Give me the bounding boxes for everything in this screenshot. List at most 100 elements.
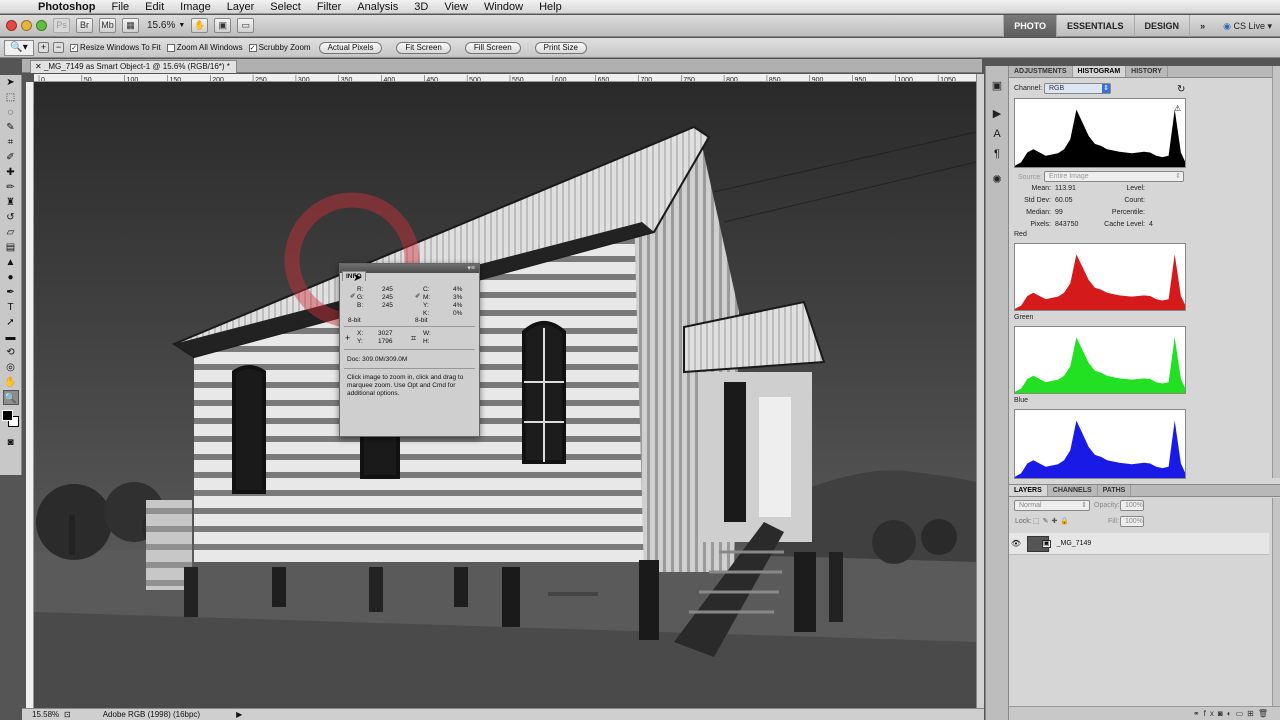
menu-3d[interactable]: 3D xyxy=(406,0,436,14)
panel-menu-icon[interactable]: ▾≡ xyxy=(467,264,475,272)
horizontal-ruler[interactable]: 0 50 100 150 200 250 300 350 400 450 500 550 600 650 7… xyxy=(34,74,976,82)
tab-channels[interactable]: CHANNELS xyxy=(1048,485,1098,496)
menu-window[interactable]: Window xyxy=(476,0,531,14)
blend-mode-select[interactable]: Normal ⇕ xyxy=(1014,500,1090,511)
vertical-ruler[interactable] xyxy=(26,82,34,708)
menu-file[interactable]: File xyxy=(103,0,137,14)
type-tool-icon[interactable]: T xyxy=(3,300,19,315)
color-swatches[interactable] xyxy=(1,409,21,431)
clone-stamp-tool-icon[interactable]: ♜ xyxy=(3,195,19,210)
tab-layers[interactable]: LAYERS xyxy=(1009,485,1048,496)
menu-edit[interactable]: Edit xyxy=(137,0,172,14)
source-select[interactable]: Entire Image ⇕ xyxy=(1044,171,1184,182)
close-window-button[interactable] xyxy=(6,20,17,31)
status-bar: 15.58% ⊡ Adobe RGB (1998) (16bpc) ▶ xyxy=(22,708,984,720)
status-zoom[interactable]: 15.58% xyxy=(22,710,59,719)
actual-pixels-button[interactable]: Actual Pixels xyxy=(318,41,383,54)
zoom-window-button[interactable] xyxy=(36,20,47,31)
zoom-all-windows-checkbox[interactable]: Zoom All Windows xyxy=(166,43,243,52)
opacity-field[interactable]: 100% xyxy=(1120,500,1144,511)
zoom-tool-icon[interactable]: 🔍 xyxy=(2,390,19,405)
refresh-histogram-icon[interactable]: ↻ xyxy=(1177,84,1185,95)
pen-tool-icon[interactable]: ✒ xyxy=(3,285,19,300)
tab-history[interactable]: HISTORY xyxy=(1126,66,1168,77)
tab-histogram[interactable]: HISTOGRAM xyxy=(1072,66,1127,77)
fill-screen-button[interactable]: Fill Screen xyxy=(464,41,521,54)
tab-adjustments[interactable]: ADJUSTMENTS xyxy=(1009,66,1073,77)
menu-photoshop[interactable]: Photoshop xyxy=(30,0,103,14)
zoom-in-icon[interactable]: + xyxy=(38,42,49,53)
gradient-tool-icon[interactable]: ▤ xyxy=(3,240,19,255)
launch-bridge-button[interactable]: Br xyxy=(76,18,93,33)
brush-tool-icon[interactable]: ✏ xyxy=(3,180,19,195)
crop-tool-icon[interactable]: ⌗ xyxy=(3,135,19,150)
blur-tool-icon[interactable]: ▲ xyxy=(3,255,19,270)
launch-minibridge-button[interactable]: Mb xyxy=(99,18,116,33)
quick-mask-icon[interactable]: ◙ xyxy=(3,435,19,450)
fit-screen-button[interactable]: Fit Screen xyxy=(396,41,451,54)
screen-mode-button[interactable]: ▭ xyxy=(237,18,255,33)
layer-row[interactable]: 👁 ▣ _MG_7149 xyxy=(1009,533,1269,555)
workspace-switcher: PHOTO ESSENTIALS DESIGN » ◉ CS Live ▾ xyxy=(1003,15,1280,37)
actions-panel-icon[interactable]: ▶ xyxy=(989,106,1005,122)
character-panel-icon[interactable]: A xyxy=(989,126,1005,142)
zoom-dropdown-icon[interactable]: ▼ xyxy=(178,22,185,29)
menu-image[interactable]: Image xyxy=(172,0,219,14)
hand-tool-icon[interactable]: ✋ xyxy=(3,375,19,390)
quick-selection-tool-icon[interactable]: ✎ xyxy=(3,120,19,135)
tab-paths[interactable]: PATHS xyxy=(1098,485,1132,496)
lock-icons[interactable]: ⬚✎✚🔒 xyxy=(1033,517,1072,525)
workspace-essentials[interactable]: ESSENTIALS xyxy=(1056,15,1134,37)
menu-filter[interactable]: Filter xyxy=(309,0,349,14)
workspace-more[interactable]: » xyxy=(1189,15,1215,37)
workspace-photo[interactable]: PHOTO xyxy=(1003,15,1057,37)
path-selection-tool-icon[interactable]: ➚ xyxy=(3,315,19,330)
shape-tool-icon[interactable]: ▬ xyxy=(3,330,19,345)
arrange-documents-button[interactable]: ▣ xyxy=(214,18,232,33)
channel-select[interactable]: RGB ⇕ xyxy=(1044,83,1111,94)
dodge-tool-icon[interactable]: ● xyxy=(3,270,19,285)
canvas-vertical-scrollbar[interactable] xyxy=(976,74,984,708)
menu-layer[interactable]: Layer xyxy=(219,0,263,14)
resize-windows-checkbox[interactable]: ✓ Resize Windows To Fit xyxy=(70,43,161,52)
history-brush-tool-icon[interactable]: ↺ xyxy=(3,210,19,225)
info-panel[interactable]: ▾≡ INFO ✐ R: G: B: 245 245 245 ✐ C: M: Y… xyxy=(339,263,480,437)
status-arrow-icon[interactable]: ▶ xyxy=(236,710,242,719)
hand-tool-button[interactable]: ✋ xyxy=(191,18,209,33)
print-size-button[interactable]: Print Size xyxy=(534,41,587,54)
fill-field[interactable]: 100% xyxy=(1120,516,1144,527)
navigator-panel-icon[interactable]: ▣ xyxy=(989,78,1005,94)
cs-live-button[interactable]: ◉ CS Live ▾ xyxy=(1215,21,1280,32)
view-extras-button[interactable]: ▦ xyxy=(122,18,139,33)
menu-view[interactable]: View xyxy=(436,0,476,14)
document-canvas[interactable] xyxy=(34,82,976,708)
3d-rotate-tool-icon[interactable]: ⟲ xyxy=(3,345,19,360)
workspace-design[interactable]: DESIGN xyxy=(1133,15,1190,37)
foreground-color-swatch[interactable] xyxy=(1,410,13,421)
menu-analysis[interactable]: Analysis xyxy=(349,0,406,14)
tool-preset-picker[interactable]: 🔍▾ xyxy=(4,39,34,56)
menu-help[interactable]: Help xyxy=(531,0,570,14)
menu-select[interactable]: Select xyxy=(262,0,309,14)
zoom-out-icon[interactable]: − xyxy=(53,42,64,53)
move-tool-icon[interactable]: ➤ xyxy=(3,75,19,90)
paragraph-panel-icon[interactable]: ¶ xyxy=(989,146,1005,162)
histogram-panel-scrollbar[interactable] xyxy=(1272,66,1280,478)
layer-name[interactable]: _MG_7149 xyxy=(1057,540,1092,547)
lasso-tool-icon[interactable]: ◌ xyxy=(3,105,19,120)
marquee-tool-icon[interactable]: ⬚ xyxy=(3,90,19,105)
brushes-panel-icon[interactable]: ✺ xyxy=(989,172,1005,188)
layers-panel-footer[interactable]: ⚭fx◙◐▭⊞🗑 xyxy=(1009,706,1280,720)
document-tab[interactable]: ✕ _MG_7149 as Smart Object-1 @ 15.6% (RG… xyxy=(30,60,237,73)
layers-panel-scrollbar[interactable] xyxy=(1272,498,1280,706)
appbar-zoom-level[interactable]: 15.6% xyxy=(147,20,175,31)
spot-healing-tool-icon[interactable]: ✚ xyxy=(3,165,19,180)
scrubby-zoom-checkbox[interactable]: ✓ Scrubby Zoom xyxy=(248,43,311,52)
status-menu-icon[interactable]: ⊡ xyxy=(64,710,71,719)
eye-visibility-icon[interactable]: 👁 xyxy=(1009,539,1023,548)
eyedropper-tool-icon[interactable]: ✐ xyxy=(3,150,19,165)
close-document-icon[interactable]: ✕ xyxy=(35,62,44,71)
3d-orbit-tool-icon[interactable]: ◎ xyxy=(3,360,19,375)
eraser-tool-icon[interactable]: ▱ xyxy=(3,225,19,240)
minimize-window-button[interactable] xyxy=(21,20,32,31)
